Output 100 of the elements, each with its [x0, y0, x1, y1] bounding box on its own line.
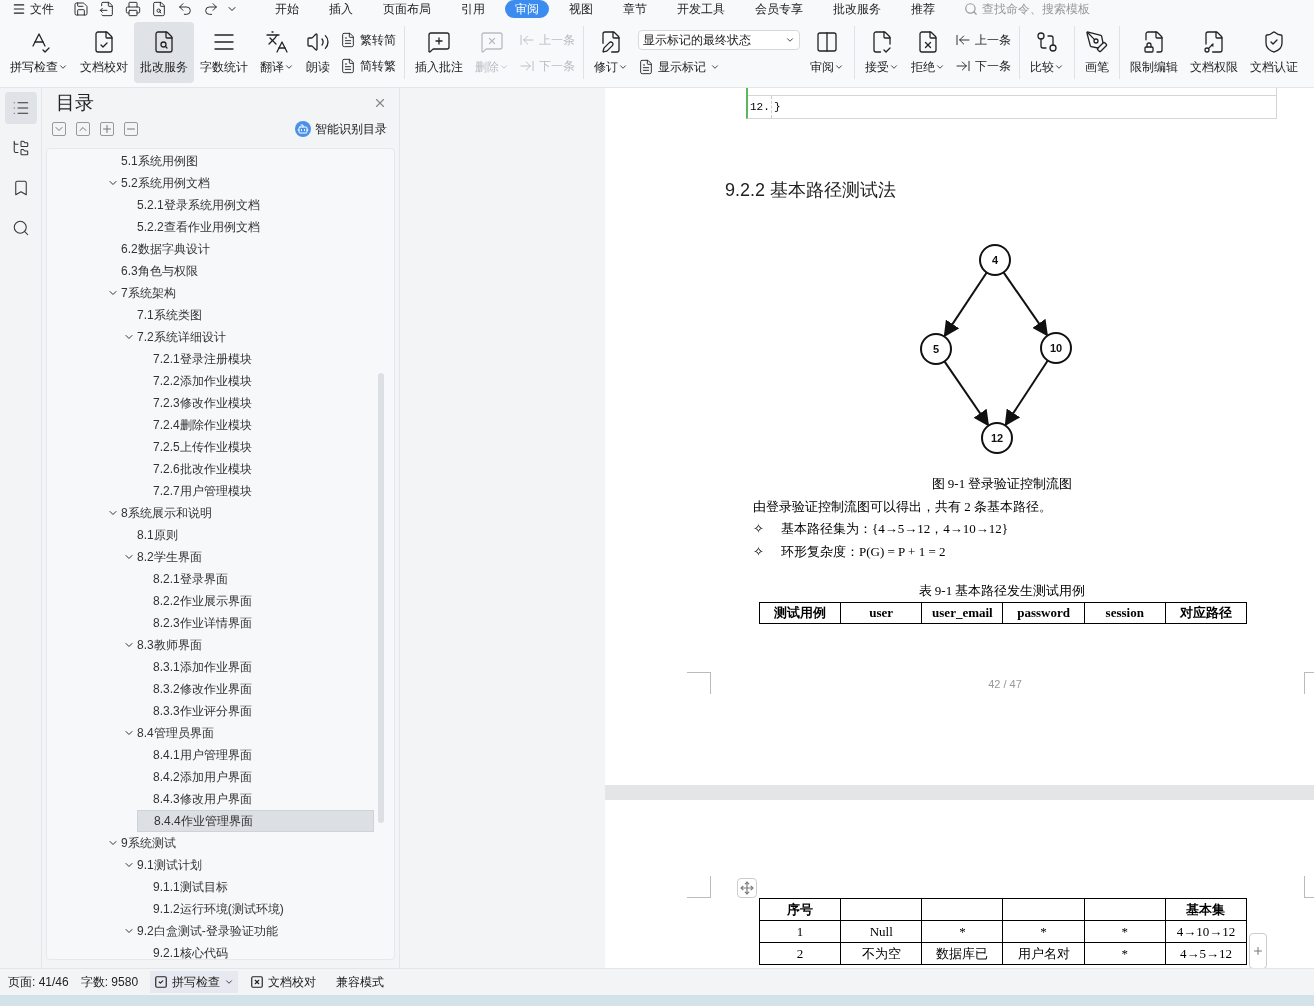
menu-tab[interactable]: 开始: [265, 0, 309, 18]
code-line: }: [774, 99, 781, 115]
toc-tool-icon[interactable]: [76, 122, 90, 136]
toc-item[interactable]: 8.4管理员界面: [121, 722, 374, 744]
scrollbar-thumb[interactable]: [378, 373, 384, 823]
toolbar-icon[interactable]: [99, 1, 115, 17]
toc-item[interactable]: 5.2.2查看作业用例文档: [121, 216, 374, 238]
toolbar-icon[interactable]: [73, 1, 89, 17]
ribbon-small-button[interactable]: 显示标记: [638, 57, 800, 76]
toc-item[interactable]: 7.2.3修改作业模块: [137, 392, 374, 414]
toc-item[interactable]: 8.2学生界面: [121, 546, 374, 568]
menu-tab[interactable]: 插入: [319, 0, 363, 18]
table-cell: 2: [760, 943, 842, 965]
table-header-cell: user: [841, 602, 923, 623]
menu-tab[interactable]: 批改服务: [823, 0, 891, 18]
ribbon-button[interactable]: 插入批注: [409, 22, 469, 83]
search-icon: [964, 2, 978, 16]
toolbar-icon[interactable]: [125, 1, 141, 17]
ribbon-small-button[interactable]: 繁转简: [340, 30, 396, 49]
toc-item[interactable]: 7.2系统详细设计: [121, 326, 374, 348]
toc-item[interactable]: 7系统架构: [105, 282, 374, 304]
toc-item[interactable]: 8.4.3修改用户界面: [137, 788, 374, 810]
ribbon-button[interactable]: 拒绝: [905, 22, 951, 83]
ribbon-button[interactable]: 翻译: [254, 22, 300, 83]
toc-item[interactable]: 8.4.2添加用户界面: [137, 766, 374, 788]
toolbar-icon[interactable]: [177, 1, 193, 17]
menu-tab[interactable]: 推荐: [901, 0, 945, 18]
menu-tab[interactable]: 会员专享: [745, 0, 813, 18]
ribbon-button[interactable]: 文档校对: [74, 22, 134, 83]
toc-item[interactable]: 9.2.1核心代码: [137, 942, 374, 959]
toc-item[interactable]: 8.1原则: [121, 524, 374, 546]
page-number: 42 / 47: [988, 676, 1022, 692]
menu-tab[interactable]: 页面布局: [373, 0, 441, 18]
toc-item[interactable]: 7.2.4删除作业模块: [137, 414, 374, 436]
file-menu[interactable]: 文件: [12, 0, 54, 18]
menu-tab[interactable]: 引用: [451, 0, 495, 18]
command-search-field[interactable]: 查找命令、搜索模板: [964, 0, 1112, 18]
table-move-handle-icon[interactable]: [737, 878, 757, 898]
ribbon-button[interactable]: 比较: [1024, 22, 1070, 83]
ribbon-small-button[interactable]: 下一条: [955, 56, 1011, 75]
toc-item[interactable]: 8.2.3作业详情界面: [137, 612, 374, 634]
toc-item[interactable]: 7.2.2添加作业模块: [137, 370, 374, 392]
ribbon-button[interactable]: 批改服务: [134, 22, 194, 83]
menu-tab[interactable]: 章节: [613, 0, 657, 18]
robot-icon: [295, 121, 311, 137]
ribbon-small-button[interactable]: 简转繁: [340, 56, 396, 75]
table-cell: 4→10→12: [1165, 921, 1247, 943]
ribbon-small-button[interactable]: 上一条: [955, 30, 1011, 49]
toc-item[interactable]: 5.2系统用例文档: [105, 172, 374, 194]
table-header-cell: password: [1003, 602, 1085, 623]
toc-item[interactable]: 9.1.2运行环境(测试环境): [137, 898, 374, 920]
toc-item[interactable]: 9系统测试: [105, 832, 374, 854]
toc-item[interactable]: 9.1测试计划: [121, 854, 374, 876]
toc-item[interactable]: 8系统展示和说明: [105, 502, 374, 524]
table-cell: *: [1003, 921, 1085, 943]
toc-item[interactable]: 8.3.1添加作业界面: [137, 656, 374, 678]
ribbon-button[interactable]: 文档认证: [1244, 22, 1304, 83]
toc-item[interactable]: 6.2数据字典设计: [105, 238, 374, 260]
toc-item[interactable]: 8.3.2修改作业界面: [137, 678, 374, 700]
bullet-marker: ✧: [753, 542, 765, 561]
toc-item[interactable]: 8.3.3作业评分界面: [137, 700, 374, 722]
toc-tool-icon[interactable]: [124, 122, 138, 136]
ribbon-button[interactable]: 文档权限: [1184, 22, 1244, 83]
menu-tab[interactable]: 开发工具: [667, 0, 735, 18]
close-icon[interactable]: [373, 96, 387, 110]
ribbon-button[interactable]: 拼写检查: [4, 22, 74, 83]
ribbon-button[interactable]: 限制编辑: [1124, 22, 1184, 83]
markup-dropdown[interactable]: 显示标记的最终状态: [638, 29, 800, 50]
toc-item[interactable]: 8.3教师界面: [121, 634, 374, 656]
toc-item[interactable]: 7.2.1登录注册模块: [137, 348, 374, 370]
ribbon-button[interactable]: 接受: [859, 22, 905, 83]
toc-item[interactable]: 8.2.1登录界面: [137, 568, 374, 590]
ribbon-button[interactable]: 朗读: [300, 22, 336, 83]
ribbon-button[interactable]: 修订: [588, 22, 634, 83]
sidebar-tab[interactable]: [4, 92, 37, 124]
toc-item[interactable]: 8.2.2作业展示界面: [137, 590, 374, 612]
toolbar-icon[interactable]: [151, 1, 167, 17]
toc-item[interactable]: 8.4.4作业管理界面: [137, 810, 374, 832]
toc-item[interactable]: 7.1系统类图: [121, 304, 374, 326]
smart-toc-button[interactable]: 智能识别目录: [295, 120, 387, 138]
toc-item[interactable]: 9.1.1测试目标: [137, 876, 374, 898]
figure-caption: 图 9-1 登录验证控制流图: [930, 475, 1074, 493]
spell-check-button[interactable]: 拼写检查: [150, 971, 239, 993]
ribbon-button[interactable]: 审阅: [804, 22, 850, 83]
ribbon-button[interactable]: 字数统计: [194, 22, 254, 83]
toc-item[interactable]: 9.2白盒测试-登录验证功能: [121, 920, 374, 942]
toc-tool-icon[interactable]: [100, 122, 114, 136]
caret-icon: [224, 977, 235, 987]
toc-item[interactable]: 6.3角色与权限: [105, 260, 374, 282]
toc-tool-icon[interactable]: [52, 122, 66, 136]
toc-item[interactable]: 8.4.1用户管理界面: [137, 744, 374, 766]
ribbon-button[interactable]: 画笔: [1079, 22, 1115, 83]
toc-item[interactable]: 5.1系统用例图: [105, 150, 374, 172]
toc-item[interactable]: 5.2.1登录系统用例文档: [121, 194, 374, 216]
toc-item[interactable]: 7.2.7用户管理模块: [137, 480, 374, 502]
toc-item[interactable]: 7.2.6批改作业模块: [137, 458, 374, 480]
toolbar-icon[interactable]: [203, 1, 219, 17]
menu-tab[interactable]: 视图: [559, 0, 603, 18]
toc-item[interactable]: 7.2.5上传作业模块: [137, 436, 374, 458]
proofread-button[interactable]: 文档校对: [250, 973, 317, 991]
